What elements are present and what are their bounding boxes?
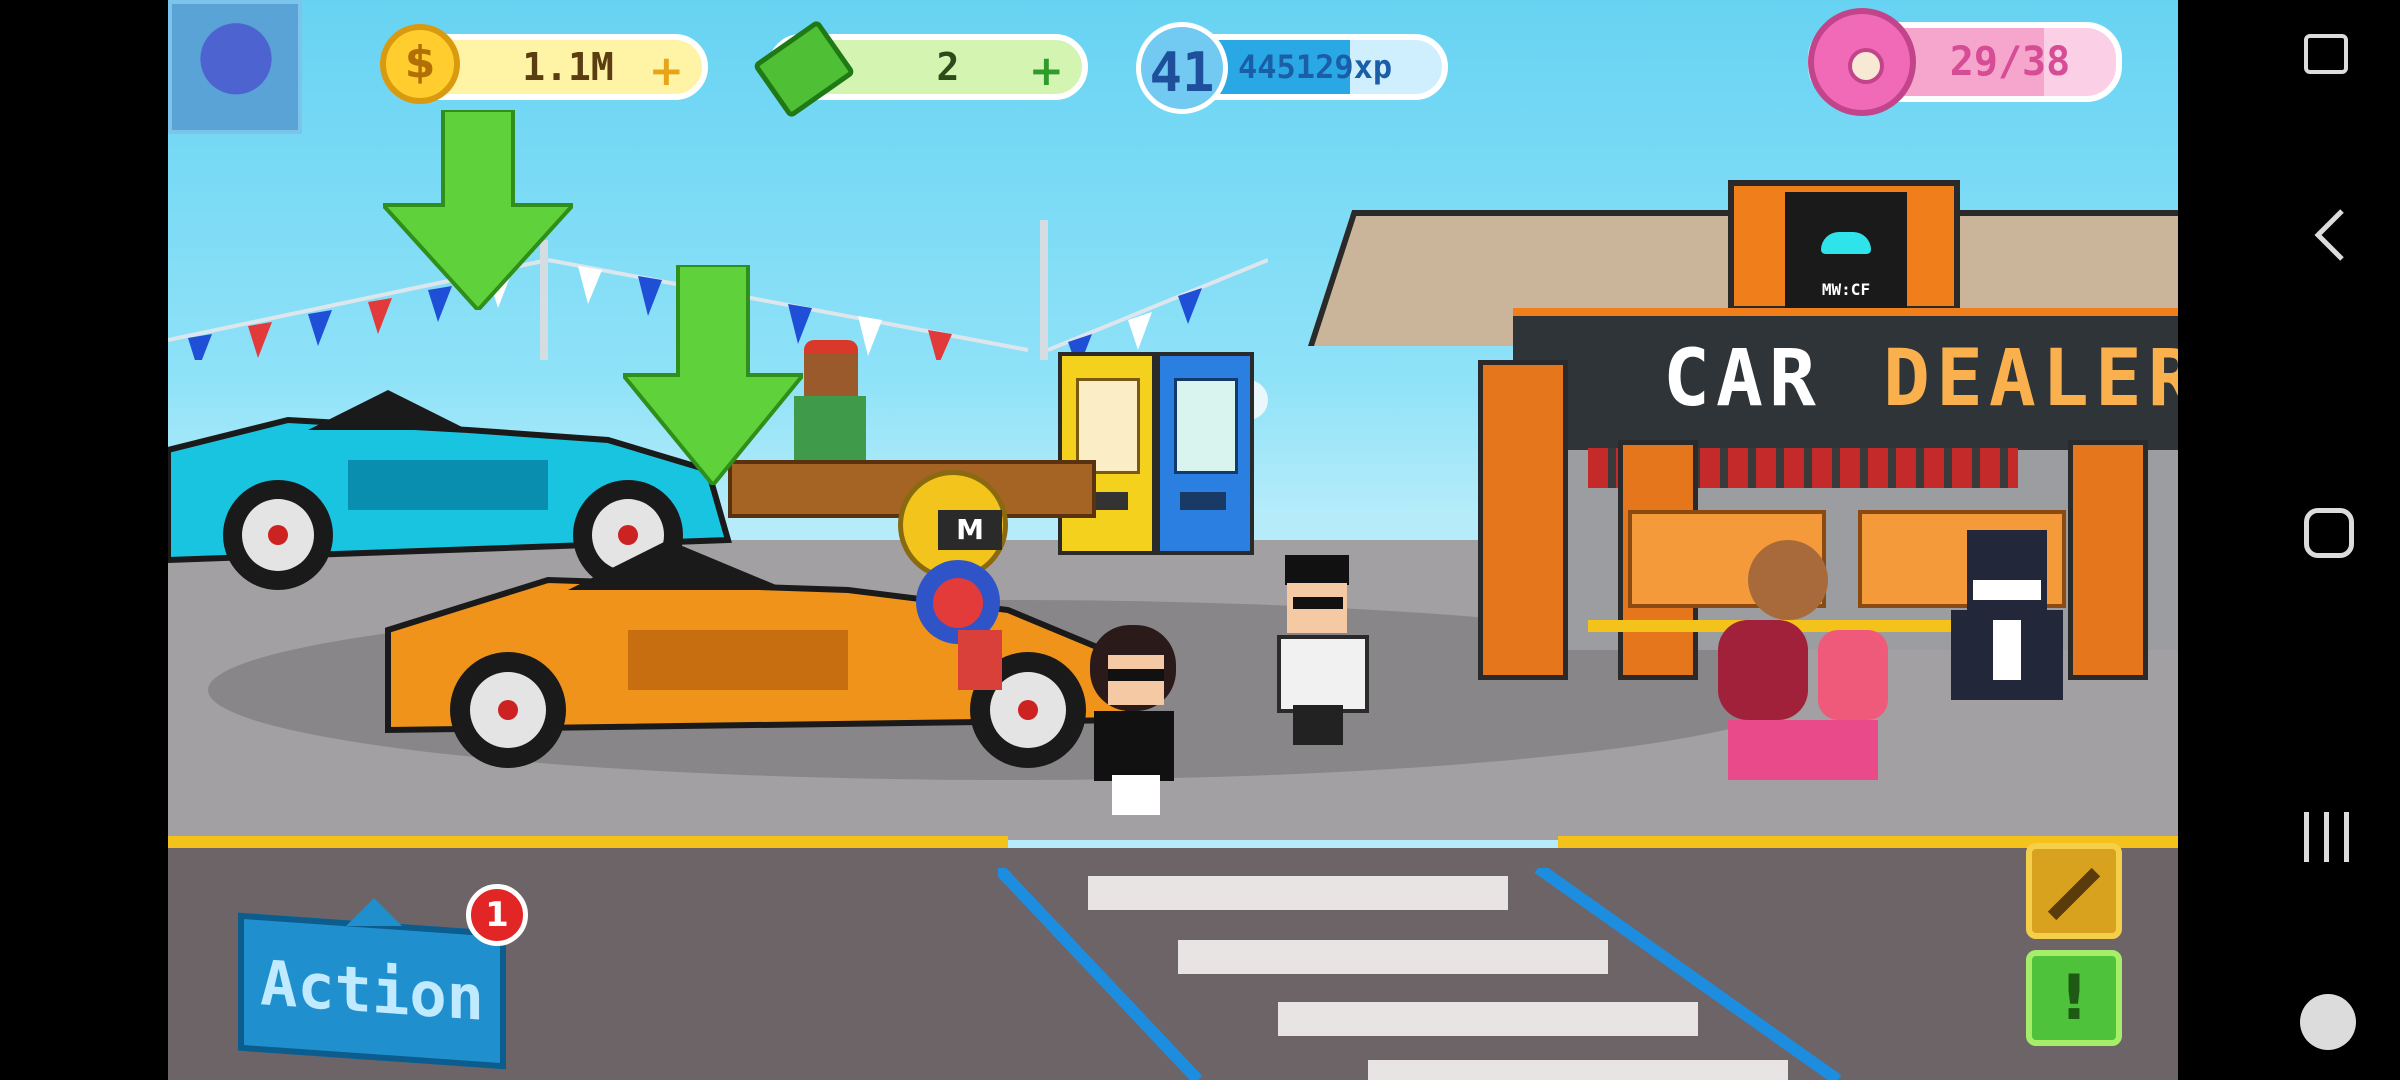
add-cash-plus-icon[interactable]: + xyxy=(1029,46,1064,95)
cash-value: 2 xyxy=(936,45,960,89)
npc-batman-costume[interactable] xyxy=(1943,530,2073,740)
crosswalk-stripe xyxy=(1368,1060,1788,1080)
donut-icon xyxy=(1808,8,1916,116)
recents-icon[interactable] xyxy=(2304,812,2354,862)
level-badge-icon: 41 xyxy=(1136,22,1228,114)
npc-mascot-badge: M xyxy=(938,510,1002,550)
android-nav-bar xyxy=(2180,0,2400,1080)
down-arrow-indicator-1[interactable] xyxy=(383,110,573,310)
game-viewport[interactable]: MW:CF CAR DEALER M 1.1M + $ 2 + 445129xp… xyxy=(168,0,2178,1080)
dealer-pillar xyxy=(2068,440,2148,680)
level-value: 41 xyxy=(1149,41,1215,104)
add-coins-plus-icon[interactable]: + xyxy=(649,46,684,95)
npc-crowd-group[interactable] xyxy=(1718,540,1918,800)
crosswalk-stripe xyxy=(1178,940,1608,974)
action-arrow-icon xyxy=(346,898,402,926)
exclamation-icon: ! xyxy=(2059,961,2089,1034)
vending-machine-blue xyxy=(1156,352,1254,555)
back-icon[interactable] xyxy=(2310,205,2350,265)
avatar-silhouette-icon xyxy=(186,14,286,126)
xp-value: 445129xp xyxy=(1238,48,1393,86)
coin-icon: $ xyxy=(380,24,460,104)
action-button[interactable]: Action xyxy=(238,912,506,1070)
npc-girl-walking[interactable] xyxy=(1068,625,1198,840)
player-avatar[interactable] xyxy=(168,0,302,134)
dealer-sign-car: CAR xyxy=(1663,334,1822,424)
action-notification-badge: 1 xyxy=(466,884,528,946)
wrench-icon xyxy=(2047,867,2101,921)
crosswalk-stripe xyxy=(1278,1002,1698,1036)
ufo-logo-icon xyxy=(1821,232,1871,254)
dealer-sign: CAR DEALER xyxy=(1513,308,2178,460)
home-icon[interactable] xyxy=(2304,508,2354,558)
npc-man-sunglasses[interactable] xyxy=(1263,555,1373,750)
coins-value: 1.1M xyxy=(522,45,614,89)
crosswalk-stripe xyxy=(1088,876,1508,910)
dealer-sign-dealer: DEALER xyxy=(1883,334,2178,424)
action-button-label: Action xyxy=(260,946,484,1035)
orange-convertible-car[interactable] xyxy=(368,520,1148,770)
action-badge-count: 1 xyxy=(485,895,509,935)
donut-value: 29/38 xyxy=(1949,39,2071,85)
screenshot-edit-icon[interactable] xyxy=(2304,34,2348,74)
wrench-button[interactable] xyxy=(2026,843,2122,939)
game-launcher-icon[interactable] xyxy=(2300,994,2356,1050)
alert-button[interactable]: ! xyxy=(2026,950,2122,1046)
npc-coin-mascot[interactable]: M xyxy=(898,470,1018,730)
dealer-logo-panel: MW:CF xyxy=(1785,192,1907,312)
down-arrow-indicator-2[interactable] xyxy=(623,265,803,485)
dealer-logo-text: MW:CF xyxy=(1821,280,1871,299)
dealer-pillar xyxy=(1478,360,1568,680)
